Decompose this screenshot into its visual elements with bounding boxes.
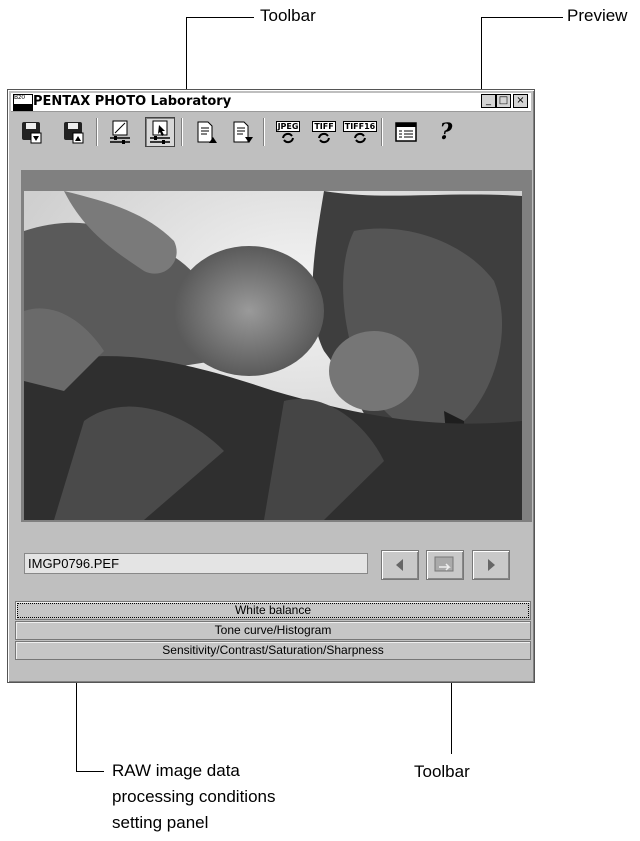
app-window: Bz0 PENTAX PHOTO Laboratory _ □ × JPEG T… bbox=[7, 89, 535, 683]
window-title: PENTAX PHOTO Laboratory bbox=[33, 94, 232, 109]
tiff16-convert-icon: TIFF16 bbox=[342, 120, 378, 132]
save-up-icon bbox=[64, 122, 84, 144]
document-up-button[interactable] bbox=[191, 117, 221, 147]
callout-panel-line3: setting panel bbox=[112, 813, 209, 832]
previous-image-button[interactable] bbox=[381, 550, 419, 580]
callout-toolbar-top: Toolbar bbox=[260, 6, 316, 25]
help-button[interactable]: ? bbox=[431, 117, 461, 147]
jpeg-convert-icon: JPEG bbox=[275, 120, 301, 132]
tiff16-convert-button[interactable]: TIFF16 bbox=[342, 117, 378, 147]
toolbar: JPEG TIFF TIFF16 ? bbox=[11, 114, 531, 152]
maximize-button[interactable]: □ bbox=[496, 94, 511, 108]
panel-tone-curve-histogram[interactable]: Tone curve/Histogram bbox=[15, 621, 531, 640]
callout-line bbox=[76, 771, 104, 772]
save-down-icon bbox=[22, 122, 42, 144]
preview-image bbox=[24, 191, 522, 520]
tiff-convert-icon: TIFF bbox=[312, 120, 336, 132]
save-up-button[interactable] bbox=[59, 117, 89, 147]
toolbar-separator bbox=[263, 118, 265, 146]
adjust-settings-active-icon bbox=[150, 120, 170, 144]
callout-line bbox=[481, 17, 563, 18]
jpeg-convert-button[interactable]: JPEG bbox=[273, 117, 303, 147]
callout-toolbar-bottom: Toolbar bbox=[414, 762, 470, 781]
adjust-active-button[interactable] bbox=[145, 117, 175, 147]
toolbar-separator bbox=[96, 118, 98, 146]
document-down-icon bbox=[233, 121, 253, 143]
close-button[interactable]: × bbox=[513, 94, 528, 108]
panel-white-balance[interactable]: White balance bbox=[15, 601, 531, 620]
app-icon: Bz0 bbox=[13, 94, 33, 111]
adjust-button[interactable] bbox=[105, 117, 135, 147]
refresh-icon bbox=[282, 132, 294, 143]
panel-sensitivity-contrast-saturation-sharpness[interactable]: Sensitivity/Contrast/Saturation/Sharpnes… bbox=[15, 641, 531, 660]
refresh-icon bbox=[318, 132, 330, 143]
toolbar-separator bbox=[181, 118, 183, 146]
title-bar[interactable]: Bz0 PENTAX PHOTO Laboratory _ □ × bbox=[11, 93, 531, 112]
arrow-right-icon bbox=[488, 559, 495, 571]
callout-panel-line1: RAW image data bbox=[112, 761, 240, 780]
toolbar-separator bbox=[381, 118, 383, 146]
filename-field[interactable]: IMGP0796.PEF bbox=[24, 553, 368, 574]
document-down-button[interactable] bbox=[227, 117, 257, 147]
help-icon: ? bbox=[439, 119, 453, 145]
document-up-icon bbox=[197, 121, 217, 143]
next-image-button[interactable] bbox=[472, 550, 510, 580]
tiff-convert-button[interactable]: TIFF bbox=[309, 117, 339, 147]
refresh-icon bbox=[354, 132, 366, 143]
minimize-button[interactable]: _ bbox=[481, 94, 496, 108]
arrow-left-icon bbox=[396, 559, 403, 571]
apply-button[interactable] bbox=[426, 550, 464, 580]
callout-line bbox=[186, 17, 254, 18]
properties-button[interactable] bbox=[391, 117, 421, 147]
callout-panel-line2: processing conditions bbox=[112, 787, 276, 806]
save-down-button[interactable] bbox=[17, 117, 47, 147]
preview-photo bbox=[24, 191, 522, 520]
apply-icon bbox=[434, 556, 454, 572]
adjust-settings-icon bbox=[110, 120, 130, 144]
callout-preview: Preview bbox=[567, 6, 628, 25]
properties-icon bbox=[395, 122, 417, 142]
